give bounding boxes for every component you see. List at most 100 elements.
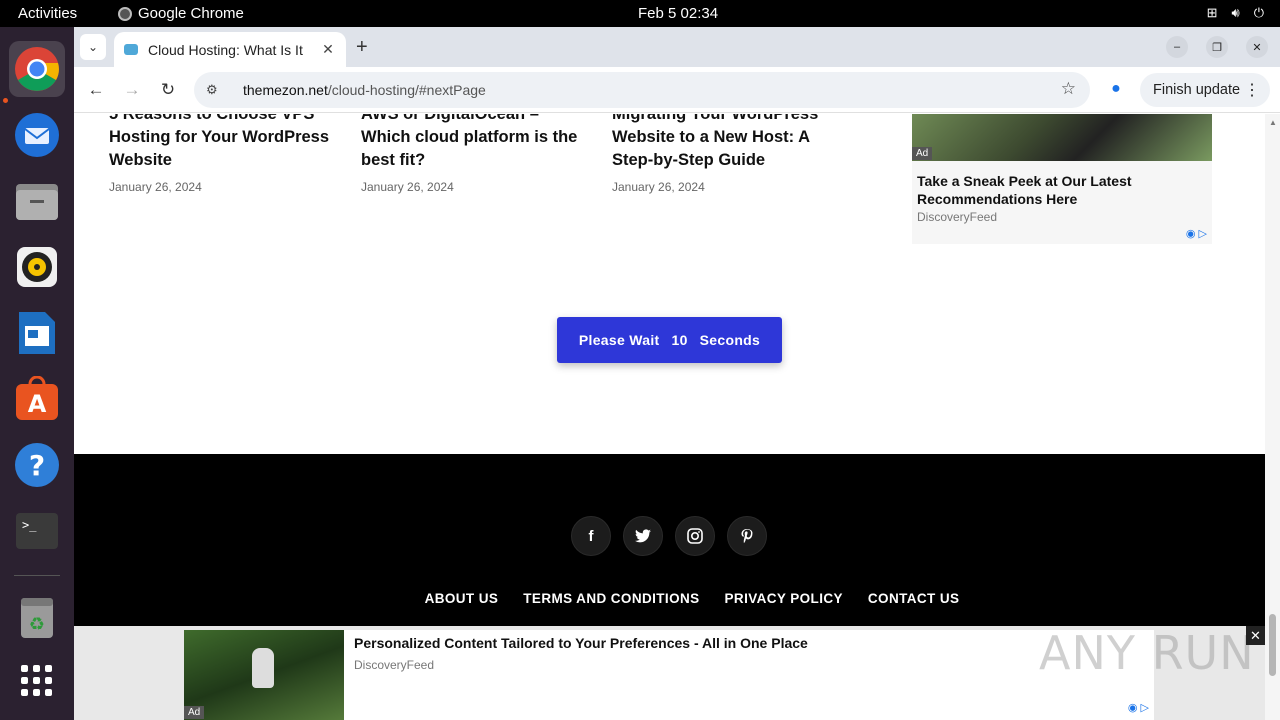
ad-title[interactable]: Personalized Content Tailored to Your Pr…: [354, 635, 808, 651]
reload-button[interactable]: ↻: [155, 77, 181, 103]
footer-link-privacy[interactable]: PRIVACY POLICY: [725, 591, 843, 606]
svg-text:♻: ♻: [29, 614, 45, 635]
bird-icon: [635, 529, 651, 543]
dock-chrome[interactable]: [9, 41, 65, 97]
close-ad-button[interactable]: ✕: [1246, 626, 1265, 645]
pin-icon: [741, 528, 753, 543]
app-grid-icon: [21, 665, 52, 696]
ad-tag: Ad: [912, 147, 933, 160]
svg-text:A: A: [28, 390, 47, 418]
minimize-button[interactable]: –: [1166, 36, 1188, 58]
wait-seconds: 10: [671, 332, 688, 348]
bottom-sticky-ad[interactable]: Ad Personalized Content Tailored to Your…: [74, 626, 1265, 720]
related-post[interactable]: AWS or DigitalOcean – Which cloud platfo…: [361, 114, 591, 194]
anyrun-watermark: ANY RUN: [1039, 626, 1255, 680]
page-scrollbar[interactable]: ▲: [1265, 114, 1280, 720]
tab-close-icon[interactable]: ✕: [320, 41, 336, 58]
ad-title[interactable]: Take a Sneak Peek at Our Latest Recommen…: [917, 172, 1197, 208]
system-tray[interactable]: ⊞ 🔊︎ ⏻: [1207, 5, 1264, 21]
post-date: January 26, 2024: [361, 180, 454, 194]
dock-app-grid[interactable]: [9, 653, 65, 709]
site-info-icon[interactable]: ⚙: [206, 82, 224, 98]
please-wait-button[interactable]: Please Wait 10 Seconds: [557, 317, 782, 363]
post-title[interactable]: 5 Reasons to Choose VPS Hosting for Your…: [109, 114, 339, 172]
sidebar-ad[interactable]: Ad Take a Sneak Peek at Our Latest Recom…: [912, 114, 1212, 244]
thunderbird-icon: [15, 113, 59, 157]
related-post[interactable]: 5 Reasons to Choose VPS Hosting for Your…: [109, 114, 339, 194]
adchoices-icon[interactable]: ◉ ▷: [1186, 227, 1207, 240]
ad-image: [184, 630, 344, 720]
site-favicon-icon: [124, 44, 138, 55]
bookmark-star-icon[interactable]: ☆: [1061, 79, 1076, 99]
clock[interactable]: Feb 5 02:34: [638, 5, 718, 22]
activities-button[interactable]: Activities: [18, 5, 77, 22]
tab-strip: ⌄ Cloud Hosting: What Is It ✕ + – ❐ ✕: [74, 27, 1280, 67]
profile-button[interactable]: ●: [1104, 77, 1128, 101]
ad-source: DiscoveryFeed: [917, 210, 998, 224]
tab-title: Cloud Hosting: What Is It: [148, 41, 303, 58]
more-vert-icon[interactable]: ⋮: [1244, 80, 1260, 100]
close-window-button[interactable]: ✕: [1246, 36, 1268, 58]
post-date: January 26, 2024: [109, 180, 202, 194]
power-icon: ⏻: [1253, 5, 1264, 20]
ad-card[interactable]: Ad Personalized Content Tailored to Your…: [184, 630, 1154, 720]
system-top-bar: Activities Google Chrome Feb 5 02:34 ⊞ 🔊…: [0, 0, 1280, 27]
chrome-window: ⌄ Cloud Hosting: What Is It ✕ + – ❐ ✕ ← …: [74, 27, 1280, 720]
arrow-left-icon: ←: [87, 80, 105, 99]
instagram-icon[interactable]: [675, 516, 715, 556]
maximize-button[interactable]: ❐: [1206, 36, 1228, 58]
post-title[interactable]: AWS or DigitalOcean – Which cloud platfo…: [361, 114, 591, 172]
new-tab-button[interactable]: +: [356, 36, 368, 59]
adchoices-icon[interactable]: ◉ ▷: [1128, 701, 1149, 714]
terminal-icon: >_: [16, 513, 58, 549]
dock-terminal[interactable]: >_: [9, 503, 65, 559]
tab-active[interactable]: Cloud Hosting: What Is It ✕: [114, 32, 346, 67]
dock-writer[interactable]: [9, 305, 65, 361]
pinterest-icon[interactable]: [727, 516, 767, 556]
app-center-icon: A: [16, 376, 58, 420]
footer-link-terms[interactable]: TERMS AND CONDITIONS: [523, 591, 699, 606]
dock-trash[interactable]: ♻: [9, 589, 65, 645]
dock-separator: [14, 575, 60, 576]
dock-app-center[interactable]: A: [9, 371, 65, 427]
rhythmbox-icon: [17, 247, 57, 287]
dock-thunderbird[interactable]: [9, 107, 65, 163]
forward-button[interactable]: →: [119, 77, 145, 103]
post-date: January 26, 2024: [612, 180, 705, 194]
ad-source: DiscoveryFeed: [354, 658, 435, 672]
network-icon: ⊞: [1206, 5, 1218, 20]
browser-toolbar: ← → ↻ ⚙ themezon.net/cloud-hosting/#next…: [74, 67, 1280, 113]
files-icon: [16, 184, 58, 220]
twitter-icon[interactable]: [623, 516, 663, 556]
tab-search-button[interactable]: ⌄: [80, 34, 106, 60]
related-post[interactable]: Migrating Your WordPress Website to a Ne…: [612, 114, 842, 194]
footer-link-about[interactable]: ABOUT US: [425, 591, 499, 606]
camera-icon: [687, 528, 703, 544]
chevron-down-icon: ⌄: [87, 40, 99, 54]
help-icon: ?: [15, 443, 59, 487]
post-title[interactable]: Migrating Your WordPress Website to a Ne…: [612, 114, 842, 172]
dock-files[interactable]: [9, 173, 65, 229]
app-name-label: Google Chrome: [138, 5, 244, 22]
facebook-icon[interactable]: f: [571, 516, 611, 556]
running-indicator: [3, 98, 8, 103]
scroll-up-icon[interactable]: ▲: [1269, 118, 1277, 127]
ad-image-person: [252, 648, 274, 688]
arrow-right-icon: →: [123, 80, 141, 99]
finish-update-label: Finish update: [1153, 82, 1241, 98]
back-button[interactable]: ←: [83, 77, 109, 103]
finish-update-button[interactable]: Finish update ⋮: [1140, 73, 1270, 107]
footer-menu: ABOUT US TERMS AND CONDITIONS PRIVACY PO…: [74, 591, 1265, 606]
svg-text:>_: >_: [22, 518, 37, 532]
wait-prefix: Please Wait: [578, 332, 660, 348]
dock-help[interactable]: ?: [9, 437, 65, 493]
wait-suffix: Seconds: [699, 332, 761, 348]
address-bar[interactable]: ⚙ themezon.net/cloud-hosting/#nextPage ☆: [194, 72, 1090, 108]
trash-icon: ♻: [21, 598, 53, 638]
footer-link-contact[interactable]: CONTACT US: [868, 591, 960, 606]
dock-rhythmbox[interactable]: [9, 239, 65, 295]
person-icon: ●: [1111, 80, 1121, 97]
app-menu[interactable]: Google Chrome: [118, 5, 244, 22]
scrollbar-thumb[interactable]: [1269, 614, 1276, 676]
ad-image: [912, 114, 1212, 161]
